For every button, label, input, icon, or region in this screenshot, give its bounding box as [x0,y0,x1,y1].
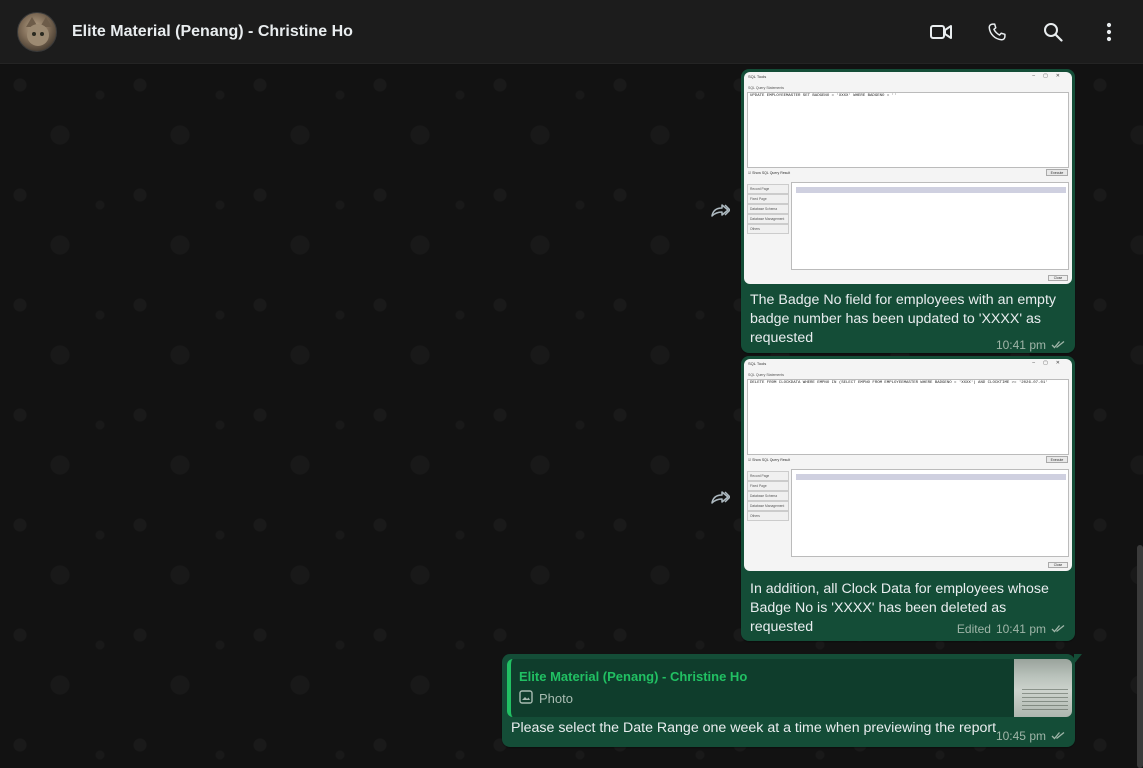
message-meta: Edited 10:41 pm [957,622,1065,636]
message-image[interactable]: SQL Tools –▢✕ SQL Query Statements DELETE… [744,359,1072,571]
message-meta: 10:41 pm [996,338,1065,352]
edited-label: Edited [956,622,991,636]
sql-text: DELETE FROM CLOCKDATA WHERE EMPNO IN (SE… [750,381,1048,385]
side-item: Database Schema [747,491,789,501]
window-title: SQL Tools –▢✕ [748,73,1068,79]
fieldset-label: SQL Query Statements [748,373,785,377]
message-time: 10:41 pm [995,622,1046,636]
message-text: Please select the Date Range one week at… [511,720,997,736]
side-item: Record Page [747,471,789,481]
side-item: Fixed Page [747,194,789,204]
message-time: 10:45 pm [995,729,1046,743]
side-item: Fixed Page [747,481,789,491]
photo-icon [519,690,533,707]
chat-header: Elite Material (Penang) - Christine Ho [0,0,1143,64]
contact-avatar[interactable] [17,11,57,52]
menu-icon[interactable] [1093,17,1125,47]
sql-editor: UPDATE EMPLOYEEMASTER SET BADGENO = 'XXX… [747,92,1069,168]
fieldset-label: SQL Query Statements [748,86,785,90]
side-list: Record Page Fixed Page Database Schema D… [747,471,789,521]
sql-editor: DELETE FROM CLOCKDATA WHERE EMPNO IN (SE… [747,379,1069,455]
execute-button: Execute [1046,169,1068,176]
quoted-media-label: Photo [539,691,573,706]
message-image[interactable]: SQL Tools –▢✕ SQL Query Statements UPDATE… [744,72,1072,284]
side-item: Database Management [747,214,789,224]
execute-button: Execute [1046,456,1068,463]
message-bubble[interactable]: SQL Tools –▢✕ SQL Query Statements UPDATE… [741,69,1075,353]
forward-icon[interactable] [709,202,731,220]
close-button: Close [1048,562,1068,568]
side-item: Others [747,511,789,521]
side-item: Database Schema [747,204,789,214]
quoted-author: Elite Material (Penang) - Christine Ho [519,669,748,684]
side-list: Record Page Fixed Page Database Schema D… [747,184,789,234]
voice-call-icon[interactable] [981,17,1013,47]
window-title: SQL Tools –▢✕ [748,360,1068,366]
search-icon[interactable] [1037,17,1069,47]
close-button: Close [1048,275,1068,281]
show-result-checkbox: ☑ Show SQL Query Result [748,458,791,462]
contact-name[interactable]: Elite Material (Penang) - Christine Ho [72,23,353,41]
message-time: 10:41 pm [995,338,1046,352]
read-receipt-icon [1051,729,1065,743]
sql-text: UPDATE EMPLOYEEMASTER SET BADGENO = 'XXX… [750,94,897,98]
quoted-thumbnail [1014,659,1072,717]
forward-icon[interactable] [709,489,731,507]
message-bubble[interactable]: SQL Tools –▢✕ SQL Query Statements DELETE… [741,356,1075,641]
show-result-checkbox: ☑ Show SQL Query Result [748,171,791,175]
message-meta: 10:45 pm [996,729,1065,743]
read-receipt-icon [1051,338,1065,352]
side-item: Record Page [747,184,789,194]
quoted-message[interactable]: Elite Material (Penang) - Christine Ho P… [507,659,1072,717]
chat-area[interactable]: SQL Tools –▢✕ SQL Query Statements UPDATE… [0,65,1143,768]
result-grid [791,469,1069,557]
result-grid [791,182,1069,270]
side-item: Others [747,224,789,234]
scrollbar[interactable] [1137,545,1143,768]
video-call-icon[interactable] [925,17,957,47]
reply-message-bubble[interactable]: Elite Material (Penang) - Christine Ho P… [502,654,1082,747]
quoted-media: Photo [519,690,573,707]
side-item: Database Management [747,501,789,511]
read-receipt-icon [1051,622,1065,636]
